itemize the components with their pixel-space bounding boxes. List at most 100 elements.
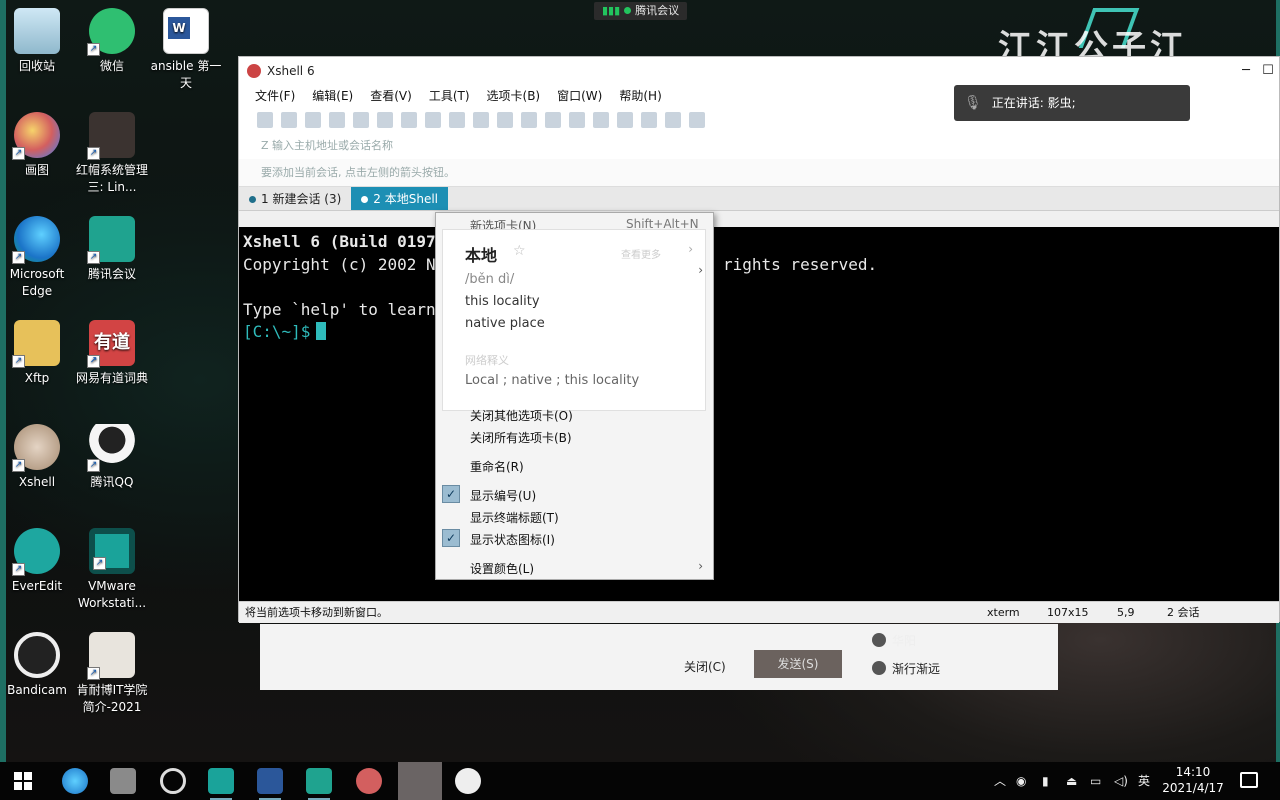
taskbar-clock[interactable]: 14:10 2021/4/17 bbox=[1158, 764, 1228, 796]
desktop-icon-label: 微信 bbox=[99, 59, 124, 73]
menu-item-show-terminal-title[interactable]: 显示终端标题(T) bbox=[470, 509, 559, 526]
fullscreen-icon[interactable] bbox=[521, 112, 537, 128]
edge-icon: ↗ bbox=[12, 216, 60, 264]
menu-item-close-others[interactable]: 关闭其他选项卡(O) bbox=[470, 407, 573, 424]
menu-item-show-status-icon[interactable]: 显示状态图标(I) bbox=[470, 531, 555, 548]
wechat-icon: ↗ bbox=[87, 8, 135, 56]
send-button[interactable]: 发送(S) bbox=[754, 650, 842, 678]
screenshot-icon[interactable] bbox=[497, 112, 513, 128]
desktop-icon-everedit[interactable]: ↗ EverEdit bbox=[0, 528, 77, 595]
participant-item[interactable]: 渐行渐远 bbox=[872, 660, 940, 677]
taskbar-tencent-meeting-icon[interactable] bbox=[306, 768, 332, 800]
layout-icon[interactable] bbox=[641, 112, 657, 128]
menu-edit[interactable]: 编辑(E) bbox=[312, 85, 353, 107]
taskbar-vmware-icon[interactable] bbox=[208, 768, 234, 800]
tab-local-shell[interactable]: 2 本地Shell bbox=[351, 187, 448, 210]
xshell-titlebar[interactable]: Xshell 6 ─ ☐ bbox=[239, 57, 1279, 85]
open-folder-icon[interactable] bbox=[281, 112, 297, 128]
dictionary-popup: 本地 ☆ 查看更多 › /běn dì/ this locality nativ… bbox=[442, 229, 706, 411]
menu-item-set-color[interactable]: 设置颜色(L) bbox=[470, 560, 534, 577]
checkmark-icon: ✓ bbox=[442, 485, 460, 503]
desktop-icon-ansible-doc[interactable]: W ansible 第一天 bbox=[146, 8, 226, 92]
desktop-icon-recycle-bin[interactable]: 回收站 bbox=[0, 8, 77, 75]
desktop-icon-youdao[interactable]: 有道 ↗ 网易有道词典 bbox=[72, 320, 152, 387]
tray-record-icon[interactable]: ◉ bbox=[1016, 762, 1026, 800]
signal-icon: ▮▮▮ bbox=[602, 4, 621, 17]
desktop-icon-label: 腾讯QQ bbox=[90, 475, 134, 489]
desktop-icon-bandicam[interactable]: Bandicam bbox=[0, 632, 77, 699]
compose-icon[interactable] bbox=[569, 112, 585, 128]
dict-more[interactable]: 查看更多 bbox=[621, 246, 661, 261]
desktop-icon-vmware[interactable]: ↗ VMware Workstati... bbox=[72, 528, 152, 612]
chat-icon[interactable] bbox=[689, 112, 705, 128]
taskbar-paint-icon[interactable] bbox=[356, 768, 382, 794]
maximize-button[interactable]: ☐ bbox=[1257, 57, 1279, 85]
menu-tools[interactable]: 工具(T) bbox=[429, 85, 470, 107]
desktop-icon-tencent-meeting[interactable]: ↗ 腾讯会议 bbox=[72, 216, 152, 283]
notification-center-icon[interactable] bbox=[1240, 772, 1258, 788]
properties-icon[interactable] bbox=[353, 112, 369, 128]
start-button[interactable] bbox=[14, 772, 32, 790]
participant-item[interactable]: 华阳 bbox=[872, 632, 916, 649]
tab-label: 1 新建会话 (3) bbox=[261, 192, 342, 206]
address-bar[interactable]: Z 输入主机地址或会话名称 bbox=[239, 133, 1279, 159]
new-file-transfer-icon[interactable] bbox=[401, 112, 417, 128]
taskbar-edge-icon[interactable] bbox=[62, 768, 88, 794]
desktop-icon-redhat-book[interactable]: ↗ 红帽系统管理三: Lin... bbox=[72, 112, 152, 196]
favorite-star-icon[interactable]: ☆ bbox=[513, 243, 526, 259]
taskbar-store-icon[interactable] bbox=[110, 768, 136, 794]
new-session-icon[interactable] bbox=[257, 112, 273, 128]
menu-view[interactable]: 查看(V) bbox=[370, 85, 412, 107]
taskbar-xshell-icon[interactable] bbox=[398, 762, 442, 800]
chevron-right-icon: › bbox=[698, 263, 703, 277]
close-button[interactable]: 关闭(C) bbox=[684, 658, 726, 675]
help-icon[interactable] bbox=[665, 112, 681, 128]
desktop-icon-wechat[interactable]: ↗ 微信 bbox=[72, 8, 152, 75]
menu-window[interactable]: 窗口(W) bbox=[557, 85, 602, 107]
taskbar-word-icon[interactable] bbox=[257, 768, 283, 800]
keyboard-icon[interactable] bbox=[617, 112, 633, 128]
desktop-icon-paint[interactable]: ↗ 画图 bbox=[0, 112, 77, 179]
dict-definition-1: this locality bbox=[465, 294, 540, 309]
disconnect-icon[interactable] bbox=[329, 112, 345, 128]
participant-name: 华阳 bbox=[892, 634, 917, 648]
desktop-icon-college-intro[interactable]: ↗ 肯耐博IT学院简介-2021 bbox=[72, 632, 152, 716]
desktop-icon-xftp[interactable]: ↗ Xftp bbox=[0, 320, 77, 387]
menu-item-close-all[interactable]: 关闭所有选项卡(B) bbox=[470, 429, 572, 446]
font-icon[interactable] bbox=[449, 112, 465, 128]
terminal[interactable]: Xshell 6 (Build 0197 Copyright (c) 2002 … bbox=[239, 227, 1279, 601]
meeting-status-indicator[interactable]: ▮▮▮ 腾讯会议 bbox=[594, 2, 688, 20]
menu-item-show-number[interactable]: 显示编号(U) bbox=[470, 487, 536, 504]
xshell-window: Xshell 6 ─ ☐ 文件(F) 编辑(E) 查看(V) 工具(T) 选项卡… bbox=[238, 56, 1280, 623]
menu-item-rename[interactable]: 重命名(R) bbox=[470, 458, 524, 475]
tray-microphone-icon[interactable]: ▮ bbox=[1042, 762, 1049, 800]
desktop-icon-qq[interactable]: ↗ 腾讯QQ bbox=[72, 424, 152, 491]
tab-new-session[interactable]: 1 新建会话 (3) bbox=[239, 187, 351, 210]
desktop-icon-label: ansible 第一天 bbox=[150, 59, 222, 90]
tray-usb-icon[interactable]: ⏏ bbox=[1066, 762, 1077, 800]
desktop-icon-label: 肯耐博IT学院简介-2021 bbox=[76, 683, 148, 714]
globe-icon[interactable] bbox=[425, 112, 441, 128]
desktop-icon-edge[interactable]: ↗ Microsoft Edge bbox=[0, 216, 77, 300]
tray-network-icon[interactable]: ▭ bbox=[1090, 762, 1101, 800]
desktop-icon-xshell[interactable]: ↗ Xshell bbox=[0, 424, 77, 491]
tray-volume-icon[interactable]: ◁) bbox=[1114, 762, 1128, 800]
menu-tabs[interactable]: 选项卡(B) bbox=[487, 85, 541, 107]
everedit-icon: ↗ bbox=[12, 528, 60, 576]
taskbar-bandicam-icon[interactable] bbox=[160, 768, 186, 794]
status-cursor-pos: 5,9 bbox=[1117, 606, 1135, 619]
taskbar-qq-icon[interactable] bbox=[455, 768, 481, 794]
menu-help[interactable]: 帮助(H) bbox=[619, 85, 661, 107]
desktop-icon-label: Bandicam bbox=[7, 683, 67, 697]
session-status-icon bbox=[361, 196, 369, 203]
tray-chevron-up-icon[interactable]: ︿ bbox=[994, 762, 1006, 800]
reconnect-icon[interactable] bbox=[305, 112, 321, 128]
search-icon[interactable] bbox=[377, 112, 393, 128]
script-icon[interactable] bbox=[593, 112, 609, 128]
xftp-toolbar-icon[interactable] bbox=[473, 112, 489, 128]
tray-ime-indicator[interactable]: 英 bbox=[1138, 762, 1150, 800]
minimize-button[interactable]: ─ bbox=[1235, 57, 1257, 85]
tab-context-menu: 新选项卡(N) Shift+Alt+N 本地 ☆ 查看更多 › /běn dì/… bbox=[435, 212, 714, 580]
menu-file[interactable]: 文件(F) bbox=[255, 85, 295, 107]
lock-icon[interactable] bbox=[545, 112, 561, 128]
